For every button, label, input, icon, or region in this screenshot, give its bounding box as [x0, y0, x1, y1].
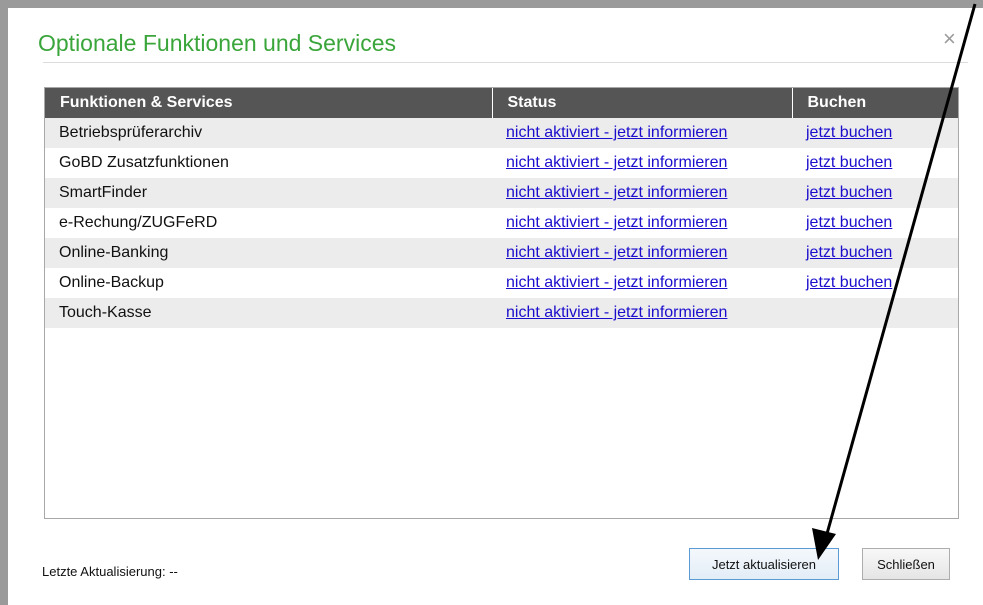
feature-name: Online-Banking	[59, 244, 169, 261]
header-features: Funktionen & Services	[45, 88, 493, 118]
feature-name: GoBD Zusatzfunktionen	[59, 154, 229, 171]
feature-name: Betriebsprüferarchiv	[59, 124, 203, 141]
close-icon[interactable]: ×	[943, 28, 956, 50]
table-row: Betriebsprüferarchiv nicht aktiviert - j…	[45, 118, 958, 148]
feature-name: Touch-Kasse	[59, 304, 152, 321]
status-link[interactable]: nicht aktiviert - jetzt informieren	[506, 214, 727, 231]
status-link[interactable]: nicht aktiviert - jetzt informieren	[506, 304, 727, 321]
status-link[interactable]: nicht aktiviert - jetzt informieren	[506, 124, 727, 141]
table-row: e-Rechung/ZUGFeRD nicht aktiviert - jetz…	[45, 208, 958, 238]
book-link[interactable]: jetzt buchen	[806, 124, 892, 141]
features-table-container: Funktionen & Services Status Buchen Betr…	[44, 87, 959, 519]
status-link[interactable]: nicht aktiviert - jetzt informieren	[506, 274, 727, 291]
title-divider	[43, 62, 968, 63]
feature-name: Online-Backup	[59, 274, 164, 291]
features-table: Funktionen & Services Status Buchen Betr…	[45, 88, 958, 328]
status-link[interactable]: nicht aktiviert - jetzt informieren	[506, 244, 727, 261]
dialog-title: Optionale Funktionen und Services	[38, 30, 396, 56]
book-link[interactable]: jetzt buchen	[806, 244, 892, 261]
feature-name: e-Rechung/ZUGFeRD	[59, 214, 218, 231]
table-row: Online-Banking nicht aktiviert - jetzt i…	[45, 238, 958, 268]
update-now-button[interactable]: Jetzt aktualisieren	[689, 548, 839, 580]
book-link[interactable]: jetzt buchen	[806, 274, 892, 291]
table-row: Touch-Kasse nicht aktiviert - jetzt info…	[45, 298, 958, 328]
book-link[interactable]: jetzt buchen	[806, 154, 892, 171]
header-book: Buchen	[807, 94, 867, 111]
feature-name: SmartFinder	[59, 184, 148, 201]
last-update-text: Letzte Aktualisierung: --	[42, 564, 178, 579]
book-link[interactable]: jetzt buchen	[806, 214, 892, 231]
book-link[interactable]: jetzt buchen	[806, 184, 892, 201]
table-row: SmartFinder nicht aktiviert - jetzt info…	[45, 178, 958, 208]
header-status: Status	[492, 88, 793, 118]
table-row: GoBD Zusatzfunktionen nicht aktiviert - …	[45, 148, 958, 178]
optional-features-dialog: Optionale Funktionen und Services × Funk…	[8, 8, 983, 605]
table-row: Online-Backup nicht aktiviert - jetzt in…	[45, 268, 958, 298]
table-header-row: Funktionen & Services Status Buchen	[45, 88, 958, 118]
status-link[interactable]: nicht aktiviert - jetzt informieren	[506, 154, 727, 171]
close-button[interactable]: Schließen	[862, 548, 950, 580]
status-link[interactable]: nicht aktiviert - jetzt informieren	[506, 184, 727, 201]
